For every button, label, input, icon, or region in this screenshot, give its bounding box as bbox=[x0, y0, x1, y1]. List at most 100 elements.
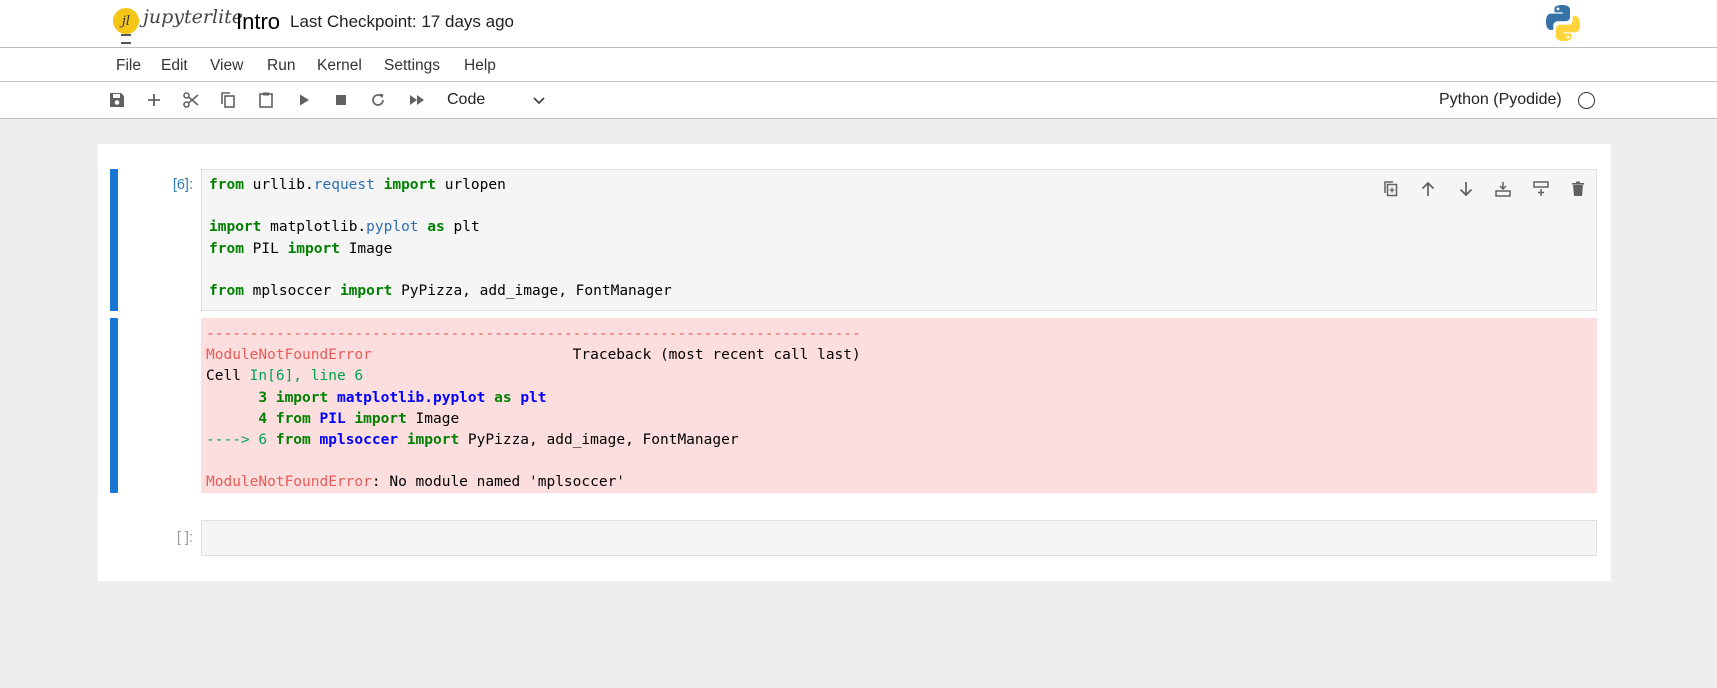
code-token: Image bbox=[406, 410, 460, 427]
restart-icon bbox=[372, 93, 384, 106]
code-token: pyplot bbox=[366, 219, 419, 236]
move-down-icon bbox=[1459, 182, 1473, 197]
duplicate-cell-button[interactable] bbox=[1380, 178, 1402, 200]
code-token: ModuleNotFoundError bbox=[206, 347, 372, 364]
menu-file[interactable]: File bbox=[116, 57, 141, 75]
code-token: urllib. bbox=[243, 177, 314, 193]
code-token: 3 bbox=[206, 389, 268, 406]
cell-prompt: [6]: bbox=[172, 177, 193, 193]
traceback-line: 4 from PIL import Image bbox=[206, 409, 861, 430]
code-token: request bbox=[313, 177, 375, 193]
code-token: ----> 6 bbox=[206, 432, 268, 449]
duplicate-icon bbox=[1384, 181, 1398, 197]
code-token: Cell bbox=[206, 368, 250, 385]
code-token: import bbox=[339, 283, 393, 300]
output-collapser[interactable] bbox=[110, 318, 118, 493]
chevron-down-icon bbox=[533, 97, 545, 105]
save-button[interactable] bbox=[105, 88, 129, 112]
code-token: import bbox=[406, 432, 460, 449]
code-line: import matplotlib.pyplot as plt bbox=[209, 217, 672, 238]
code-cell-editor[interactable]: from urllib.request import urlopen impor… bbox=[201, 169, 1597, 311]
insert-cell-below-button[interactable] bbox=[1530, 178, 1552, 200]
code-token: 4 bbox=[206, 410, 268, 427]
paste-button[interactable] bbox=[254, 88, 278, 112]
code-token: ModuleNotFoundError bbox=[206, 474, 372, 491]
menu-settings[interactable]: Settings bbox=[384, 57, 440, 75]
copy-button[interactable] bbox=[216, 88, 240, 112]
code-token: matplotlib. bbox=[261, 219, 367, 236]
code-token: import bbox=[287, 240, 340, 257]
code-token: urlopen bbox=[436, 177, 506, 193]
insert-cell-button[interactable] bbox=[142, 88, 166, 112]
restart-kernel-button[interactable] bbox=[366, 88, 390, 112]
notebook-toolbar: Code Python (Pyodide) bbox=[0, 82, 1717, 119]
fast-forward-icon bbox=[410, 95, 424, 105]
traceback-line: ----------------------------------------… bbox=[206, 324, 861, 345]
traceback-line: Cell In[6], line 6 bbox=[206, 366, 861, 387]
traceback-line: ModuleNotFoundError Traceback (most rece… bbox=[206, 345, 861, 366]
interrupt-kernel-button[interactable] bbox=[329, 88, 353, 112]
menu-view[interactable]: View bbox=[210, 57, 243, 75]
top-bar: jl jupyterlite Intro Last Checkpoint: 17… bbox=[0, 0, 1717, 48]
move-cell-up-button[interactable] bbox=[1417, 178, 1439, 200]
code-token: : No module named 'mplsoccer' bbox=[371, 474, 626, 491]
code-token: mplsoccer bbox=[319, 432, 399, 449]
delete-cell-button[interactable] bbox=[1567, 178, 1589, 200]
restart-run-all-button[interactable] bbox=[405, 88, 429, 112]
code-token: PyPizza, add_image, FontManager bbox=[392, 283, 672, 300]
menu-help[interactable]: Help bbox=[464, 57, 496, 75]
code-token: plt bbox=[444, 219, 480, 236]
insert-cell-above-button[interactable] bbox=[1492, 178, 1514, 200]
menu-run[interactable]: Run bbox=[267, 57, 295, 75]
python-logo-icon bbox=[1546, 5, 1580, 41]
menu-bar: File Edit View Run Kernel Settings Help bbox=[0, 48, 1717, 82]
code-token: ----------------------------------------… bbox=[206, 326, 861, 342]
run-cell-button[interactable] bbox=[292, 88, 316, 112]
cut-icon bbox=[183, 92, 199, 108]
notebook-panel: [6]: from urllib.request import urlopen … bbox=[98, 144, 1611, 581]
menu-edit[interactable]: Edit bbox=[161, 57, 188, 75]
insert-below-icon bbox=[1533, 181, 1549, 196]
error-output: ----------------------------------------… bbox=[201, 318, 1597, 493]
code-line: from mplsoccer import PyPizza, add_image… bbox=[209, 281, 672, 302]
code-token: PIL bbox=[319, 410, 346, 427]
empty-code-cell-editor[interactable] bbox=[201, 520, 1597, 556]
code-token: Image bbox=[339, 240, 393, 257]
code-content[interactable]: from urllib.request import urlopen impor… bbox=[209, 175, 672, 302]
menu-kernel[interactable]: Kernel bbox=[317, 57, 362, 75]
code-token: as bbox=[427, 219, 445, 236]
move-cell-down-button[interactable] bbox=[1455, 178, 1477, 200]
code-token: import bbox=[275, 389, 329, 406]
add-icon bbox=[148, 94, 160, 106]
code-token: import bbox=[383, 177, 436, 193]
code-token: PIL bbox=[243, 240, 288, 257]
notebook-title[interactable]: Intro bbox=[236, 9, 280, 35]
code-token: import bbox=[209, 219, 262, 236]
cell-type-dropdown[interactable]: Code bbox=[447, 88, 547, 112]
code-token: matplotlib.pyplot bbox=[336, 389, 486, 406]
kernel-name[interactable]: Python (Pyodide) bbox=[1439, 91, 1562, 109]
code-token: In[6], line 6 bbox=[249, 368, 364, 385]
run-icon bbox=[300, 94, 309, 106]
empty-cell-prompt: [ ]: bbox=[176, 530, 193, 546]
jupyterlite-logo[interactable]: jl jupyterlite bbox=[113, 5, 244, 44]
code-token: from bbox=[209, 177, 244, 193]
cut-button[interactable] bbox=[179, 88, 203, 112]
code-token: from bbox=[209, 283, 244, 300]
code-token: mplsoccer bbox=[243, 283, 340, 300]
jupyterlite-logo-text: jupyterlite bbox=[143, 6, 244, 28]
code-token: from bbox=[209, 240, 244, 257]
code-token: import bbox=[354, 410, 407, 427]
last-checkpoint-text: Last Checkpoint: 17 days ago bbox=[290, 12, 514, 31]
move-up-icon bbox=[1421, 181, 1435, 196]
traceback-line: 3 import matplotlib.pyplot as plt bbox=[206, 388, 861, 409]
